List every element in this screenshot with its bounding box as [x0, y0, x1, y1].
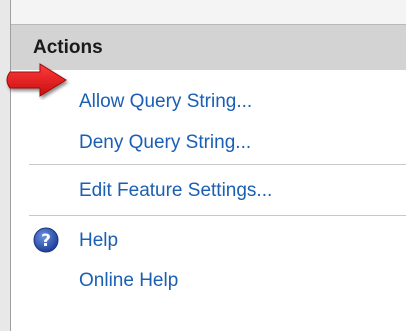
separator	[29, 215, 406, 216]
actions-panel-title: Actions	[33, 37, 103, 58]
help-link[interactable]: Help	[79, 229, 118, 253]
allow-query-string-link[interactable]: Allow Query String...	[79, 90, 252, 114]
deny-query-string-link[interactable]: Deny Query String...	[79, 131, 251, 155]
edit-feature-settings-link[interactable]: Edit Feature Settings...	[79, 179, 272, 203]
svg-text:?: ?	[41, 231, 51, 251]
red-arrow-icon	[0, 60, 72, 100]
help-circle-icon[interactable]: ?	[33, 227, 59, 253]
online-help-link[interactable]: Online Help	[79, 269, 178, 293]
separator	[29, 164, 406, 165]
window-frame-left	[0, 0, 10, 331]
window-frame-top	[11, 0, 406, 24]
